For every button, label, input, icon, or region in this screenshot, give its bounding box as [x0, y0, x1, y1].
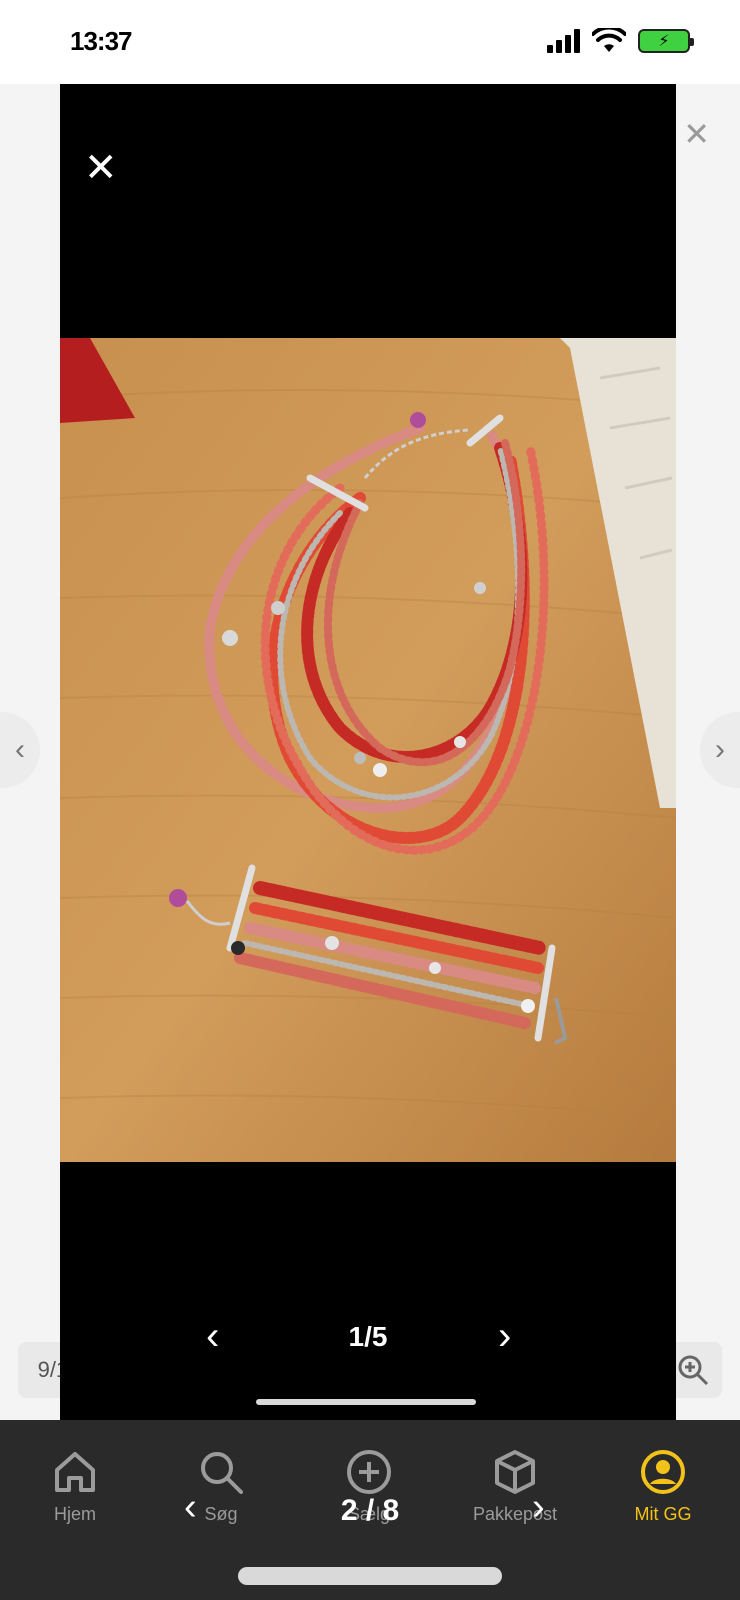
overlay-next-button[interactable]: › — [532, 1486, 545, 1529]
background-close-icon[interactable]: ✕ — [683, 115, 710, 153]
plus-circle-icon — [347, 1450, 391, 1494]
signal-icon — [547, 29, 580, 53]
home-indicator — [238, 1567, 502, 1585]
profile-icon — [641, 1450, 685, 1494]
viewer-close-icon[interactable]: ✕ — [84, 148, 118, 188]
status-bar: 13:37 ⚡ — [0, 0, 740, 84]
product-photo[interactable] — [60, 338, 676, 1162]
viewer-image-counter: 1/5 — [348, 1321, 388, 1352]
search-icon — [201, 1452, 243, 1494]
viewer-next-button[interactable]: › — [498, 1314, 511, 1359]
status-time: 13:37 — [70, 26, 132, 56]
viewer-scroll-indicator — [256, 1399, 476, 1405]
wifi-icon — [592, 28, 626, 52]
home-icon — [55, 1452, 95, 1492]
status-icons: ⚡ — [547, 28, 694, 54]
overlay-image-counter: 2 / 8 — [340, 1494, 400, 1527]
image-viewer: ✕ ‹ 1/5 › — [60, 84, 676, 1420]
battery-icon: ⚡ — [638, 29, 694, 53]
